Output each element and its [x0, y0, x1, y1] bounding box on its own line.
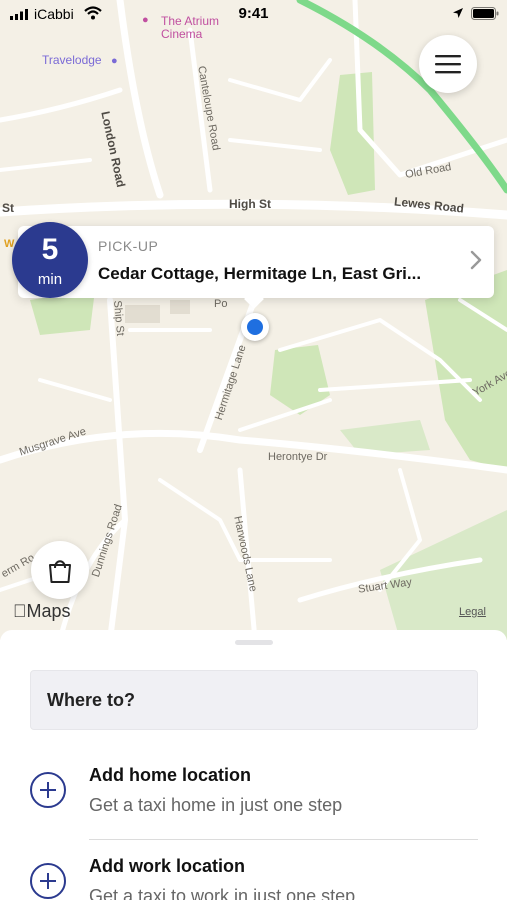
add-work-location-item[interactable]: Add work location Get a taxi to work in …: [30, 846, 478, 900]
apple-maps-credit: Maps: [13, 601, 71, 622]
hamburger-menu-icon: [435, 55, 461, 74]
add-home-subtitle: Get a taxi home in just one step: [89, 795, 343, 815]
pickup-label: PICK-UP: [98, 238, 159, 254]
location-arrow-icon: [453, 8, 463, 18]
divider: [89, 839, 478, 840]
menu-button[interactable]: [419, 35, 477, 93]
eta-unit: min: [37, 271, 63, 288]
status-time: 9:41: [238, 5, 269, 22]
add-home-title: Add home location: [89, 765, 251, 785]
chevron-right-icon: [470, 250, 482, 270]
legal-link[interactable]: Legal: [459, 606, 486, 618]
eta-value: 5: [41, 233, 59, 266]
add-work-plus-icon: [30, 863, 66, 899]
add-work-title: Add work location: [89, 856, 246, 876]
shopping-bag-icon: [49, 560, 71, 583]
battery-icon: [471, 7, 499, 20]
add-home-location-item[interactable]: Add home location Get a taxi home in jus…: [30, 755, 478, 835]
poi-atrium-line2: Cinema: [161, 27, 203, 41]
where-to-text: Where to?: [47, 690, 135, 710]
add-home-plus-icon: [30, 772, 66, 808]
pickup-card[interactable]: PICK-UP Cedar Cottage, Hermitage Ln, Eas…: [18, 226, 494, 309]
apple-logo-icon: : [13, 601, 27, 621]
bottom-sheet: Where to? Add home location Get a taxi h…: [0, 630, 507, 900]
pickup-address: Cedar Cottage, Hermitage Ln, East Gri...: [98, 264, 422, 283]
sheet-drag-handle[interactable]: [235, 640, 273, 645]
add-work-subtitle: Get a taxi to work in just one step: [89, 886, 356, 900]
road-label-po: Po: [214, 298, 228, 310]
map-view[interactable]: ● The Atrium Cinema Travelodge ● London …: [0, 0, 507, 640]
maps-credit-text: Maps: [13, 601, 71, 621]
bag-button[interactable]: [31, 541, 89, 599]
status-bar: iCabbi 9:41: [0, 0, 507, 28]
road-label-herontye: Herontye Dr: [268, 451, 328, 463]
road-label-high-st: High St: [229, 197, 271, 211]
where-to-input[interactable]: Where to?: [30, 670, 478, 730]
eta-badge: 5 min: [12, 222, 88, 298]
current-location-dot: [241, 313, 269, 341]
poi-travelodge: Travelodge: [42, 53, 102, 67]
road-label-st: St: [2, 201, 14, 215]
hotel-icon: ●: [111, 55, 118, 67]
